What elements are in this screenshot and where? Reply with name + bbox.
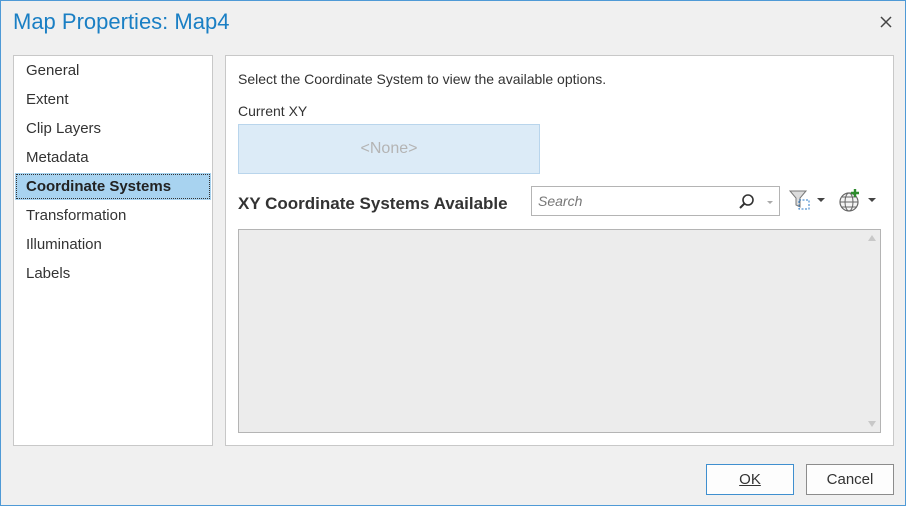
nav-item-illumination[interactable]: Illumination <box>15 231 211 258</box>
nav-item-extent[interactable]: Extent <box>15 86 211 113</box>
search-box <box>531 186 780 216</box>
nav-item-transformation[interactable]: Transformation <box>15 202 211 229</box>
ok-button-label: OK <box>739 471 761 488</box>
search-input[interactable] <box>538 191 728 211</box>
close-icon <box>880 16 892 28</box>
scroll-down-arrow-icon[interactable] <box>867 419 877 429</box>
globe-add-icon <box>839 189 876 212</box>
search-icon[interactable] <box>738 193 756 211</box>
cancel-button[interactable]: Cancel <box>806 464 894 495</box>
nav-item-coordinate-systems[interactable]: Coordinate Systems <box>15 173 211 200</box>
scroll-up-arrow-icon[interactable] <box>867 233 877 243</box>
coordinate-systems-panel: Select the Coordinate System to view the… <box>225 55 894 446</box>
ok-button[interactable]: OK <box>706 464 794 495</box>
available-systems-heading: XY Coordinate Systems Available <box>238 194 508 213</box>
current-xy-value: <None> <box>360 140 418 157</box>
nav-item-metadata[interactable]: Metadata <box>15 144 211 171</box>
current-xy-label: Current XY <box>238 103 308 119</box>
dialog-title: Map Properties: Map4 <box>13 9 230 34</box>
close-button[interactable] <box>875 11 897 33</box>
add-coordinate-system-button[interactable] <box>835 186 881 214</box>
cancel-button-label: Cancel <box>826 471 874 488</box>
search-dropdown-icon[interactable] <box>764 193 776 211</box>
filter-icon <box>788 190 825 210</box>
map-properties-dialog: Map Properties: Map4 General Extent Clip… <box>0 0 906 506</box>
instruction-text: Select the Coordinate System to view the… <box>238 71 607 87</box>
nav-item-clip-layers[interactable]: Clip Layers <box>15 115 211 142</box>
nav-item-labels[interactable]: Labels <box>15 260 211 287</box>
property-page-list: General Extent Clip Layers Metadata Coor… <box>13 55 213 446</box>
coordinate-systems-list[interactable] <box>238 229 881 433</box>
nav-item-general[interactable]: General <box>15 57 211 84</box>
filter-button[interactable] <box>787 186 831 214</box>
current-xy-box: <None> <box>238 124 540 174</box>
